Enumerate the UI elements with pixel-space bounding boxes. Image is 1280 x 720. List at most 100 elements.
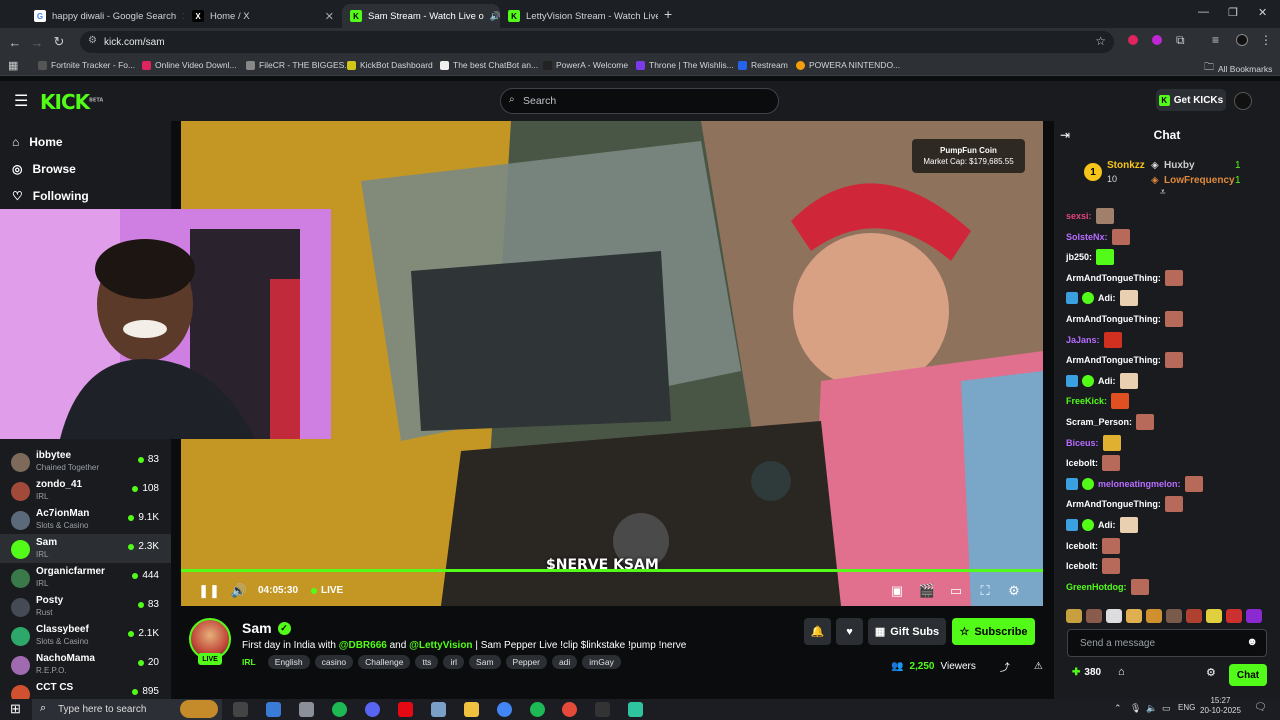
bookmark-item[interactable]: Throne | The Wishlis... [636, 60, 734, 70]
bookmark-item[interactable]: Online Video Downl... [142, 60, 237, 70]
search-input[interactable]: ⌕ Search [500, 88, 779, 114]
chat-username[interactable]: sexsi: [1066, 211, 1092, 221]
tag[interactable]: adi [551, 655, 578, 669]
emote-button[interactable] [1246, 609, 1262, 623]
kick-logo[interactable]: KICKBETA [40, 90, 103, 114]
bookmark-item[interactable]: Fortnite Tracker - Fo... [38, 60, 135, 70]
bookmark-item[interactable]: The best ChatBot an... [440, 60, 538, 70]
tab-x-home[interactable]: X Home / X ✕ [184, 4, 342, 28]
extension-icon[interactable] [1128, 35, 1138, 45]
bookmark-item[interactable]: Restream [738, 60, 788, 70]
category-link[interactable]: IRL [242, 655, 263, 669]
get-kicks-button[interactable]: K Get KICKs [1156, 89, 1226, 111]
leader-name[interactable]: LowFrequency [1164, 175, 1235, 186]
chat-username[interactable]: Adi: [1098, 520, 1116, 530]
sidebar-channel-ibbytee[interactable]: ibbytee Chained Together 83 [0, 447, 171, 476]
bookmark-item[interactable]: KickBot Dashboard [347, 60, 433, 70]
mention-link[interactable]: @LettyVision [409, 640, 472, 651]
sidebar-channel-ac7ionman[interactable]: Ac7ionMan Slots & Casino 9.1K [0, 505, 171, 534]
tag[interactable]: imGay [582, 655, 621, 669]
nav-home[interactable]: ⌂ Home [12, 135, 63, 149]
tag[interactable]: Pepper [505, 655, 547, 669]
menu-hamburger-icon[interactable]: ☰ [14, 91, 28, 111]
leader-name[interactable]: Huxby [1164, 160, 1195, 171]
share-icon[interactable]: ⤴ [1000, 659, 1010, 674]
bookmark-item[interactable]: FileCR - THE BIGGES... [246, 60, 351, 70]
speaker-icon[interactable]: 🔊 [490, 11, 500, 22]
chrome-active-icon[interactable] [562, 702, 577, 717]
emote-button[interactable] [1126, 609, 1142, 623]
emoji-icon[interactable]: ☻ [1246, 636, 1258, 648]
chat-username[interactable]: SolsteNx: [1066, 232, 1108, 242]
chat-username[interactable]: ArmAndTongueThing: [1066, 499, 1161, 509]
sidebar-channel-cctcs[interactable]: CCT CS 895 [0, 679, 171, 699]
extension-icon[interactable] [1152, 35, 1162, 45]
expand-leaderboard-icon[interactable]: ⩡ [1160, 187, 1166, 198]
sidebar-channel-nachomama[interactable]: NachoMama R.E.P.O. 20 [0, 650, 171, 679]
sidebar-channel-organicfarmer[interactable]: Organicfarmer IRL 444 [0, 563, 171, 592]
sidebar-channel-zondo[interactable]: zondo_41 IRL 108 [0, 476, 171, 505]
more-menu-icon[interactable]: ⋮ [1260, 33, 1272, 47]
tab-sam-stream[interactable]: K Sam Stream - Watch Live o 🔊 ✕ [342, 4, 500, 28]
tag[interactable]: English [267, 655, 310, 669]
chat-username[interactable]: Icebolt: [1066, 561, 1098, 571]
tag[interactable]: casino [314, 655, 354, 669]
emote-button[interactable] [1186, 609, 1202, 623]
maximize-icon[interactable]: ❐ [1228, 6, 1238, 19]
netflix-icon[interactable] [398, 702, 413, 717]
emote-button[interactable] [1066, 609, 1082, 623]
chat-username[interactable]: meloneatingmelon: [1098, 479, 1181, 489]
site-info-icon[interactable]: ⚙ [88, 35, 97, 46]
emote-button[interactable] [1086, 609, 1102, 623]
windows-start-icon[interactable]: ⊞ [10, 701, 21, 717]
clip-icon[interactable]: 🎬 [919, 583, 935, 599]
emote-button[interactable] [1146, 609, 1162, 623]
tray-chevron-icon[interactable]: ⌃ [1114, 703, 1122, 714]
new-tab-button[interactable]: + [664, 6, 672, 22]
gift-subs-button[interactable]: ▦ Gift Subs [868, 618, 946, 645]
close-tab-icon[interactable]: ✕ [325, 10, 334, 23]
emote-button[interactable] [1226, 609, 1242, 623]
bookmark-item[interactable]: PowerA - Welcome [543, 60, 628, 70]
discord-icon[interactable] [365, 702, 380, 717]
streamer-name[interactable]: Sam ✓ [242, 620, 291, 636]
chat-message-input[interactable]: Send a message ☻ [1067, 629, 1267, 657]
url-field[interactable]: ⚙ kick.com/sam ☆ [80, 31, 1114, 53]
emote-button[interactable] [1106, 609, 1122, 623]
report-icon[interactable]: ⚠ [1034, 661, 1043, 672]
clock[interactable]: 15:27 20-10-2025 [1200, 696, 1241, 716]
profile-avatar[interactable] [1236, 34, 1248, 46]
language-indicator[interactable]: ENG [1178, 703, 1195, 712]
bookmark-star-icon[interactable]: ☆ [1095, 34, 1106, 48]
chat-username[interactable]: Icebolt: [1066, 458, 1098, 468]
app-icon[interactable] [628, 702, 643, 717]
fullscreen-icon[interactable]: ⛶ [977, 583, 993, 599]
playback-progress-bar[interactable] [181, 569, 1043, 572]
nav-browse[interactable]: ◎ Browse [12, 162, 76, 176]
bookmark-item[interactable]: POWERA NINTENDO... [796, 60, 900, 70]
all-bookmarks-button[interactable]: 🗀 All Bookmarks [1204, 60, 1272, 77]
chat-username[interactable]: jb250: [1066, 252, 1092, 262]
store-icon[interactable]: ⌂ [1118, 666, 1125, 678]
app-icon[interactable] [266, 702, 281, 717]
network-icon[interactable]: ▭ [1162, 703, 1171, 714]
settings-gear-icon[interactable]: ⚙ [1006, 583, 1022, 599]
tag[interactable]: tts [415, 655, 439, 669]
chrome-icon[interactable] [497, 702, 512, 717]
tag[interactable]: Sam [469, 655, 501, 669]
back-icon[interactable]: ← [4, 35, 26, 50]
chat-username[interactable]: Adi: [1098, 293, 1116, 303]
chat-username[interactable]: Biceus: [1066, 438, 1099, 448]
file-explorer-icon[interactable] [464, 702, 479, 717]
follow-button[interactable]: ♥ [836, 618, 863, 645]
reading-list-icon[interactable]: ≡ [1212, 33, 1219, 47]
apps-grid-icon[interactable]: ▦ [8, 59, 18, 72]
app-icon[interactable] [332, 702, 347, 717]
tag[interactable]: Challenge [358, 655, 411, 669]
reload-icon[interactable]: ↻ [48, 34, 70, 50]
chat-username[interactable]: JaJans: [1066, 335, 1100, 345]
chat-username[interactable]: ArmAndTongueThing: [1066, 355, 1161, 365]
task-view-icon[interactable] [233, 702, 248, 717]
chat-username[interactable]: Icebolt: [1066, 541, 1098, 551]
microphone-icon[interactable]: 🎙 [1130, 703, 1141, 714]
